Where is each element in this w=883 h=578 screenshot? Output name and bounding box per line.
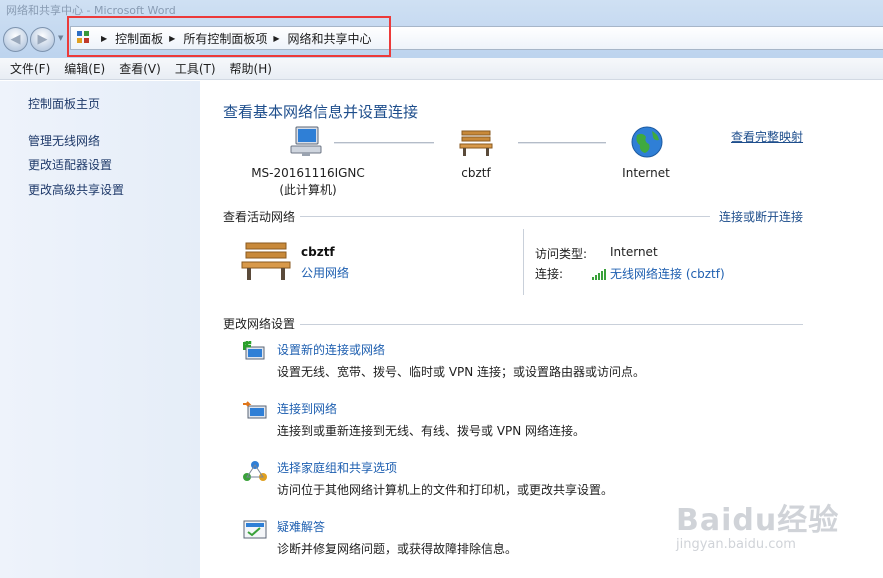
computer-icon[interactable] — [288, 125, 324, 159]
baidu-watermark: Baidu经验 jingyan.baidu.com — [676, 495, 839, 552]
page-title: 查看基本网络信息并设置连接 — [223, 103, 419, 121]
menu-help[interactable]: 帮助(H) — [223, 60, 279, 77]
menu-view[interactable]: 查看(V) — [112, 60, 168, 77]
task-connect-network-desc: 连接到或重新连接到无线、有线、拨号或 VPN 网络连接。 — [277, 424, 586, 438]
troubleshoot-icon — [243, 520, 267, 539]
sidebar-item-manage-wireless[interactable]: 管理无线网络 — [28, 132, 100, 149]
map-connection-line — [518, 142, 606, 144]
menu-edit[interactable]: 编辑(E) — [57, 60, 112, 77]
signal-strength-icon — [592, 268, 606, 280]
task-troubleshoot-desc: 诊断并修复网络问题，或获得故障排除信息。 — [277, 542, 518, 556]
new-connection-icon — [243, 341, 265, 360]
connection-label: 连接: — [535, 267, 564, 281]
full-map-link[interactable]: 查看完整映射 — [731, 128, 804, 145]
access-type-label: 访问类型: — [535, 247, 588, 261]
section-divider — [300, 216, 710, 217]
connection-value: 无线网络连接 (cbztf) — [610, 267, 725, 281]
menu-bar: 文件(F) 编辑(E) 查看(V) 工具(T) 帮助(H) — [0, 58, 883, 80]
sidebar-item-home[interactable]: 控制面板主页 — [28, 95, 100, 112]
homegroup-icon — [243, 461, 267, 481]
bench-network-icon[interactable] — [240, 239, 292, 281]
wireless-connection-link[interactable]: 无线网络连接 (cbztf) — [592, 265, 725, 282]
sidebar-item-adapter-settings[interactable]: 更改适配器设置 — [28, 156, 112, 173]
highlight-box — [67, 16, 391, 57]
forward-button[interactable]: ▶ — [30, 27, 55, 52]
active-networks-heading: 查看活动网络 — [223, 210, 296, 224]
internet-label: Internet — [622, 166, 670, 180]
task-troubleshoot-link[interactable]: 疑难解答 — [277, 518, 325, 535]
network-type-link[interactable]: 公用网络 — [301, 264, 349, 281]
section-divider — [300, 324, 803, 325]
back-arrow-icon: ◀ — [10, 32, 21, 47]
connect-network-icon — [243, 401, 267, 419]
task-new-connection-link[interactable]: 设置新的连接或网络 — [277, 341, 385, 358]
map-node-internet[interactable]: Internet — [610, 165, 682, 182]
task-homegroup-desc: 访问位于其他网络计算机上的文件和打印机，或更改共享设置。 — [277, 483, 614, 497]
computer-name: MS-20161116IGNC — [251, 166, 365, 180]
sidebar: 控制面板主页 管理无线网络 更改适配器设置 更改高级共享设置 — [0, 81, 200, 578]
recent-pages-dropdown-icon[interactable]: ▼ — [58, 34, 67, 44]
window-titlebar: 网络和共享中心 - Microsoft Word ◀ ▶ ▼ ▶ 控制面板 ▶ … — [0, 0, 883, 60]
menu-tools[interactable]: 工具(T) — [168, 60, 223, 77]
back-button[interactable]: ◀ — [3, 27, 28, 52]
network-name: cbztf — [461, 166, 491, 180]
task-homegroup-link[interactable]: 选择家庭组和共享选项 — [277, 459, 397, 476]
menu-file[interactable]: 文件(F) — [3, 60, 57, 77]
task-new-connection-desc: 设置无线、宽带、拨号、临时或 VPN 连接；或设置路由器或访问点。 — [277, 365, 646, 379]
map-node-network[interactable]: cbztf — [446, 165, 506, 182]
watermark-logo-text: Baidu经验 — [676, 503, 840, 538]
map-connection-line — [334, 142, 434, 144]
bench-icon[interactable] — [458, 127, 494, 157]
map-node-computer[interactable]: MS-20161116IGNC (此计算机) — [234, 165, 382, 199]
access-type-value: Internet — [610, 245, 658, 259]
forward-arrow-icon: ▶ — [37, 32, 48, 47]
vertical-divider — [523, 229, 524, 295]
active-network-name: cbztf — [301, 245, 335, 259]
sidebar-item-advanced-sharing[interactable]: 更改高级共享设置 — [28, 181, 124, 198]
computer-sub-label: (此计算机) — [279, 183, 337, 197]
connect-disconnect-link[interactable]: 连接或断开连接 — [719, 208, 803, 225]
globe-icon[interactable] — [630, 125, 664, 159]
watermark-url: jingyan.baidu.com — [676, 537, 796, 552]
task-connect-network-link[interactable]: 连接到网络 — [277, 400, 337, 417]
change-settings-heading: 更改网络设置 — [223, 317, 296, 331]
